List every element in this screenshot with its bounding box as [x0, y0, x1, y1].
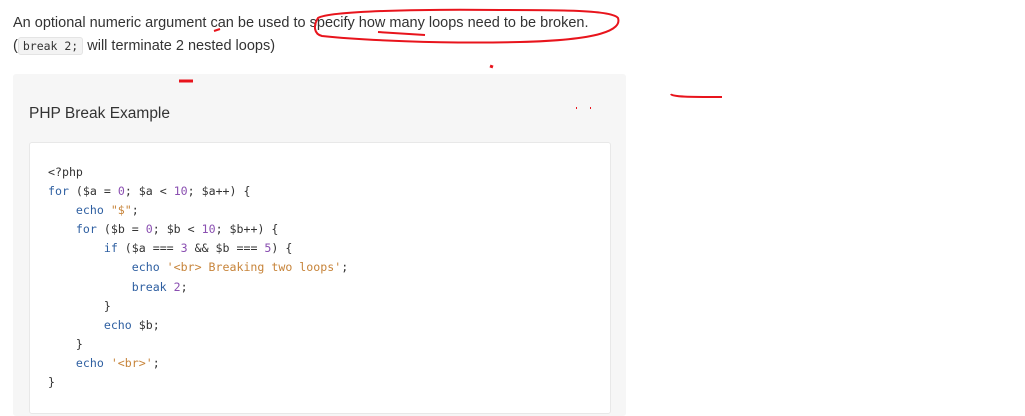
code-line: <?php	[48, 163, 348, 182]
code-token: "$"	[110, 203, 132, 218]
code-line: echo "$";	[48, 201, 348, 220]
intro-text: An optional numeric argument can be used…	[13, 12, 589, 58]
code-token: echo	[48, 355, 111, 370]
code-token: echo	[48, 260, 167, 275]
code-token: ; $a++) {	[187, 184, 251, 199]
code-token: 0	[145, 222, 153, 237]
code-line: echo $b;	[48, 316, 348, 335]
example-title: PHP Break Example	[29, 105, 170, 122]
code-token: 10	[173, 184, 188, 199]
code-block: <?php for ($a = 0; $a < 10; $a++) { echo …	[48, 163, 348, 392]
code-token: break	[48, 279, 174, 294]
code-token: ;	[131, 203, 139, 218]
intro-line-1: An optional numeric argument can be used…	[13, 15, 589, 31]
code-token: ;	[152, 355, 160, 370]
code-token: ; $b++) {	[215, 222, 279, 237]
code-token: if	[48, 241, 118, 256]
code-panel: <?php for ($a = 0; $a < 10; $a++) { echo …	[29, 142, 611, 414]
code-token: ;	[341, 260, 349, 275]
code-token: }	[48, 375, 55, 390]
code-token: '<br>'	[110, 355, 153, 370]
code-line: }	[48, 297, 348, 316]
code-token: 3	[180, 241, 188, 256]
code-token: <?php	[48, 165, 83, 179]
code-token: ($a =	[68, 184, 118, 199]
code-token: '<br> Breaking two loops'	[166, 260, 342, 275]
code-token: }	[48, 298, 111, 313]
code-line: echo '<br>';	[48, 354, 348, 373]
code-token: for	[48, 222, 97, 237]
code-token: ($a ===	[117, 241, 181, 256]
code-line: }	[48, 373, 348, 392]
code-line: for ($a = 0; $a < 10; $a++) {	[48, 182, 348, 201]
code-token: 2	[173, 279, 181, 294]
code-token: $b;	[138, 317, 160, 332]
code-line: if ($a === 3 && $b === 5) {	[48, 239, 348, 258]
code-line: }	[48, 335, 348, 354]
code-token: 0	[117, 184, 125, 199]
code-token: ; $a <	[124, 184, 174, 199]
example-box: PHP Break Example <?php for ($a = 0; $a <…	[13, 74, 626, 416]
annotation-dot	[489, 64, 494, 69]
code-token: ) {	[271, 241, 293, 256]
code-line: echo '<br> Breaking two loops';	[48, 258, 348, 277]
code-token: 10	[201, 222, 216, 237]
code-line: for ($b = 0; $b < 10; $b++) {	[48, 220, 348, 239]
code-token: && $b ===	[187, 241, 265, 256]
code-token: ;	[180, 279, 188, 294]
code-line: break 2;	[48, 278, 348, 297]
code-token: for	[48, 184, 69, 199]
code-token: ; $b <	[152, 222, 202, 237]
code-token: echo	[48, 317, 139, 332]
intro-line-2-rest: will terminate 2 nested loops)	[83, 38, 276, 54]
inline-code-break: break 2;	[17, 37, 84, 55]
code-token: echo	[48, 203, 111, 218]
annotation-line	[670, 93, 723, 98]
code-token: ($b =	[96, 222, 146, 237]
code-token: }	[48, 336, 83, 351]
intro-line-2: (break 2; will terminate 2 nested loops)	[13, 35, 589, 58]
